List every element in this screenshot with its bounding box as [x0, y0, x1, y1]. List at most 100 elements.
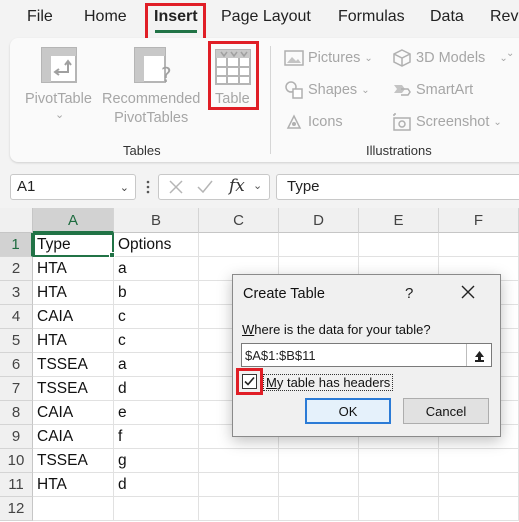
row-header-9[interactable]: 9: [0, 425, 33, 449]
select-all-corner[interactable]: [0, 208, 33, 233]
smartart-button[interactable]: SmartArt: [392, 80, 473, 100]
column-header-a[interactable]: A: [33, 208, 114, 233]
cell-d11[interactable]: [279, 473, 359, 497]
cell-d1[interactable]: [279, 233, 359, 257]
row-header-5[interactable]: 5: [0, 329, 33, 353]
column-header-c[interactable]: C: [199, 208, 279, 233]
ok-button[interactable]: OK: [305, 398, 391, 424]
recommended-line2: PivotTables: [114, 110, 189, 126]
formula-input[interactable]: Type: [276, 174, 519, 200]
smartart-icon: [394, 85, 411, 96]
cell-d10[interactable]: [279, 449, 359, 473]
icons-button[interactable]: Icons: [284, 112, 343, 132]
cell-a12[interactable]: [33, 497, 114, 521]
cell-b4[interactable]: c: [114, 305, 199, 329]
cell-b9[interactable]: f: [114, 425, 199, 449]
dialog-help-button[interactable]: ?: [405, 285, 413, 302]
fill-handle[interactable]: [109, 252, 115, 258]
3d-models-button[interactable]: 3D Models ⌄: [392, 48, 508, 68]
cell-a6[interactable]: TSSEA: [33, 353, 114, 377]
column-header-d[interactable]: D: [279, 208, 359, 233]
cell-a2[interactable]: HTA: [33, 257, 114, 281]
fx-chevron-icon[interactable]: ⌄: [253, 179, 262, 192]
row-header-12[interactable]: 12: [0, 497, 33, 521]
name-box-chevron-icon[interactable]: ⌄: [120, 181, 129, 194]
cell-b11[interactable]: d: [114, 473, 199, 497]
cell-a5[interactable]: HTA: [33, 329, 114, 353]
screenshot-chevron-icon: ⌄: [493, 116, 502, 128]
cell-e1[interactable]: [359, 233, 439, 257]
ribbon-tab-bar: File Home Insert Page Layout Formulas Da…: [0, 0, 519, 41]
recommended-pivottables-button[interactable]: Recommended PivotTables: [102, 90, 200, 128]
tab-file[interactable]: File: [27, 8, 53, 26]
cell-a11[interactable]: HTA: [33, 473, 114, 497]
cell-a10[interactable]: TSSEA: [33, 449, 114, 473]
row-header-4[interactable]: 4: [0, 305, 33, 329]
row-header-2[interactable]: 2: [0, 257, 33, 281]
illustrations-group-label: Illustrations: [366, 143, 432, 158]
cell-e10[interactable]: [359, 449, 439, 473]
shapes-icon: [285, 81, 303, 99]
row-header-11[interactable]: 11: [0, 473, 33, 497]
screenshot-button[interactable]: Screenshot ⌄: [392, 112, 502, 132]
cell-b7[interactable]: d: [114, 377, 199, 401]
tab-page-layout[interactable]: Page Layout: [221, 8, 311, 26]
cell-f12[interactable]: [439, 497, 519, 521]
cell-e11[interactable]: [359, 473, 439, 497]
pictures-chevron-icon: ⌄: [364, 52, 373, 64]
cell-a8[interactable]: CAIA: [33, 401, 114, 425]
cell-b10[interactable]: g: [114, 449, 199, 473]
cell-e12[interactable]: [359, 497, 439, 521]
cancel-button[interactable]: Cancel: [403, 398, 489, 424]
cell-b3[interactable]: b: [114, 281, 199, 305]
cell-f1[interactable]: [439, 233, 519, 257]
cell-f10[interactable]: [439, 449, 519, 473]
cancel-icon[interactable]: [169, 180, 183, 194]
row-header-8[interactable]: 8: [0, 401, 33, 425]
cell-c1[interactable]: [199, 233, 279, 257]
collapse-dialog-icon[interactable]: [466, 344, 491, 366]
tab-formulas[interactable]: Formulas: [338, 8, 405, 26]
range-input[interactable]: $A$1:$B$11: [241, 343, 492, 367]
cell-b2[interactable]: a: [114, 257, 199, 281]
icons-icon: [286, 114, 302, 129]
cell-b5[interactable]: c: [114, 329, 199, 353]
name-box[interactable]: A1 ⌄: [10, 174, 136, 200]
pictures-button[interactable]: Pictures ⌄: [284, 48, 373, 68]
dialog-title: Create Table: [243, 286, 325, 302]
cell-b1[interactable]: Options: [114, 233, 199, 257]
cell-b6[interactable]: a: [114, 353, 199, 377]
enter-icon[interactable]: [197, 180, 213, 194]
row-header-3[interactable]: 3: [0, 281, 33, 305]
formula-bar-grip-icon[interactable]: [146, 179, 150, 195]
column-header-f[interactable]: F: [439, 208, 519, 233]
headers-checkbox-label[interactable]: My table has headers: [263, 374, 394, 391]
cell-a1[interactable]: Type: [33, 233, 114, 257]
row-header-7[interactable]: 7: [0, 377, 33, 401]
cell-a7[interactable]: TSSEA: [33, 377, 114, 401]
cell-f11[interactable]: [439, 473, 519, 497]
tab-review[interactable]: Rev: [490, 8, 518, 26]
shapes-button[interactable]: Shapes ⌄: [284, 80, 370, 100]
tab-home[interactable]: Home: [84, 8, 127, 26]
row-header-10[interactable]: 10: [0, 449, 33, 473]
row-header-1[interactable]: 1: [0, 233, 33, 257]
column-header-b[interactable]: B: [114, 208, 199, 233]
column-header-e[interactable]: E: [359, 208, 439, 233]
dialog-prompt: Where is the data for your table?: [242, 322, 431, 337]
tab-data[interactable]: Data: [430, 8, 464, 26]
pivottable-chevron-icon[interactable]: ⌄: [55, 106, 64, 125]
cell-d12[interactable]: [279, 497, 359, 521]
insert-function-button[interactable]: fx: [229, 176, 245, 196]
cell-c11[interactable]: [199, 473, 279, 497]
row-header-6[interactable]: 6: [0, 353, 33, 377]
cell-a9[interactable]: CAIA: [33, 425, 114, 449]
cell-a4[interactable]: CAIA: [33, 305, 114, 329]
more-chevron-icon[interactable]: ⌄: [506, 48, 514, 59]
close-icon[interactable]: [457, 281, 479, 303]
cell-a3[interactable]: HTA: [33, 281, 114, 305]
cell-c10[interactable]: [199, 449, 279, 473]
cell-b8[interactable]: e: [114, 401, 199, 425]
cell-c12[interactable]: [199, 497, 279, 521]
cell-b12[interactable]: [114, 497, 199, 521]
